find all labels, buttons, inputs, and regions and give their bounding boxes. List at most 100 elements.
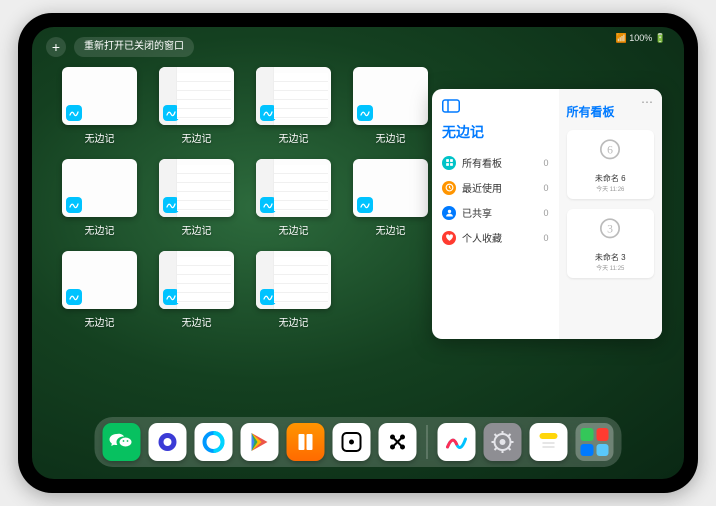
sidebar-item-label: 已共享 [462,205,492,220]
thumbnail-label: 无边记 [159,314,234,329]
more-icon[interactable]: ⋯ [641,95,654,109]
window-grid: 无边记 无边记 无边记 无边记 无边记 [62,67,462,329]
notes-icon [537,430,561,454]
board-scribble-icon: 3 [593,215,627,245]
thumbnail-label: 无边记 [256,130,331,145]
dock-app-wechat[interactable] [103,423,141,461]
dock-app-books[interactable] [287,423,325,461]
dots-icon [386,430,410,454]
books-icon [294,430,318,454]
freeform-app-icon [260,197,276,213]
sidebar-item-label: 所有看板 [462,155,502,170]
thumbnail-label: 无边记 [353,130,428,145]
svg-text:3: 3 [607,223,613,236]
ipad-device: 📶 100% 🔋 + 重新打开已关闭的窗口 无边记 无边记 无边记 [18,13,698,493]
folder-mini-app [581,444,594,457]
thumbnail-preview [62,251,137,309]
sidebar-item-count: 0 [543,208,548,218]
dock-app-play[interactable] [241,423,279,461]
freeform-app-icon [260,289,276,305]
dock-app-quark[interactable] [149,423,187,461]
window-thumbnail[interactable]: 无边记 [256,159,331,237]
panel-content: ⋯ 所有看板 6 未命名 6 今天 11:26 3 未命名 3 今天 11:25 [559,89,663,339]
top-bar: + 重新打开已关闭的窗口 [46,37,194,57]
thumbnail-preview [159,67,234,125]
person-icon [442,206,456,220]
status-bar: 📶 100% 🔋 [616,33,666,44]
svg-text:6: 6 [607,144,613,157]
clock-icon [442,181,456,195]
freeform-app-icon [163,197,179,213]
board-card[interactable]: 3 未命名 3 今天 11:25 [567,209,655,278]
window-thumbnail[interactable]: 无边记 [62,67,137,145]
thumbnail-label: 无边记 [256,314,331,329]
thumbnail-label: 无边记 [62,314,137,329]
board-name: 未命名 6 [573,173,649,184]
board-time: 今天 11:26 [573,184,649,193]
window-thumbnail[interactable]: 无边记 [256,67,331,145]
thumbnail-preview [353,159,428,217]
folder-mini-app [596,444,609,457]
play-icon [248,430,272,454]
thumbnail-preview [159,251,234,309]
dock-separator [427,425,428,459]
window-thumbnail[interactable]: 无边记 [256,251,331,329]
sidebar-item[interactable]: 所有看板 0 [442,150,549,175]
new-window-button[interactable]: + [46,37,66,57]
dock [95,417,622,467]
thumbnail-preview [256,67,331,125]
qqbrowser-icon [202,430,226,454]
window-thumbnail[interactable]: 无边记 [159,251,234,329]
dock-app-dice[interactable] [333,423,371,461]
dock-app-settings[interactable] [484,423,522,461]
window-thumbnail[interactable]: 无边记 [159,67,234,145]
panel-rows: 所有看板 0 最近使用 0 已共享 0 个人收藏 0 [442,150,549,250]
thumbnail-preview [159,159,234,217]
thumbnail-preview [353,67,428,125]
board-card[interactable]: 6 未命名 6 今天 11:26 [567,130,655,199]
sidebar-item-label: 个人收藏 [462,230,502,245]
dock-app-freeform[interactable] [438,423,476,461]
sidebar-item-count: 0 [543,183,548,193]
settings-icon [491,430,515,454]
freeform-app-icon [66,197,82,213]
folder-mini-app [596,428,609,441]
window-thumbnail[interactable]: 无边记 [353,67,428,145]
sidebar-item-label: 最近使用 [462,180,502,195]
dock-app-folder[interactable] [576,423,614,461]
board-time: 今天 11:25 [573,263,649,272]
window-thumbnail[interactable]: 无边记 [62,159,137,237]
thumbnail-label: 无边记 [62,222,137,237]
dock-app-notes[interactable] [530,423,568,461]
sidebar-toggle-icon[interactable] [442,99,460,113]
thumbnail-label: 无边记 [159,222,234,237]
freeform-app-icon [66,289,82,305]
panel-sidebar: 无边记 所有看板 0 最近使用 0 已共享 0 个人收藏 0 [432,89,559,339]
folder-mini-app [581,428,594,441]
freeform-app-icon [357,197,373,213]
sidebar-item[interactable]: 最近使用 0 [442,175,549,200]
thumbnail-label: 无边记 [256,222,331,237]
window-thumbnail[interactable]: 无边记 [159,159,234,237]
sidebar-item-count: 0 [543,233,548,243]
panel-title: 无边记 [442,122,549,142]
freeform-panel[interactable]: 无边记 所有看板 0 最近使用 0 已共享 0 个人收藏 0 ⋯ 所有看板 [432,89,662,339]
thumbnail-label: 无边记 [353,222,428,237]
quark-icon [156,430,180,454]
sidebar-item[interactable]: 个人收藏 0 [442,225,549,250]
reopen-closed-window-button[interactable]: 重新打开已关闭的窗口 [74,37,194,57]
sidebar-item[interactable]: 已共享 0 [442,200,549,225]
dock-app-qqbrowser[interactable] [195,423,233,461]
board-name: 未命名 3 [573,252,649,263]
thumbnail-preview [62,159,137,217]
grid-icon [442,156,456,170]
freeform-icon [445,430,469,454]
window-thumbnail[interactable]: 无边记 [353,159,428,237]
window-thumbnail[interactable]: 无边记 [62,251,137,329]
freeform-app-icon [66,105,82,121]
thumbnail-preview [256,159,331,217]
freeform-app-icon [163,105,179,121]
thumbnail-preview [256,251,331,309]
dock-app-dots[interactable] [379,423,417,461]
freeform-app-icon [163,289,179,305]
